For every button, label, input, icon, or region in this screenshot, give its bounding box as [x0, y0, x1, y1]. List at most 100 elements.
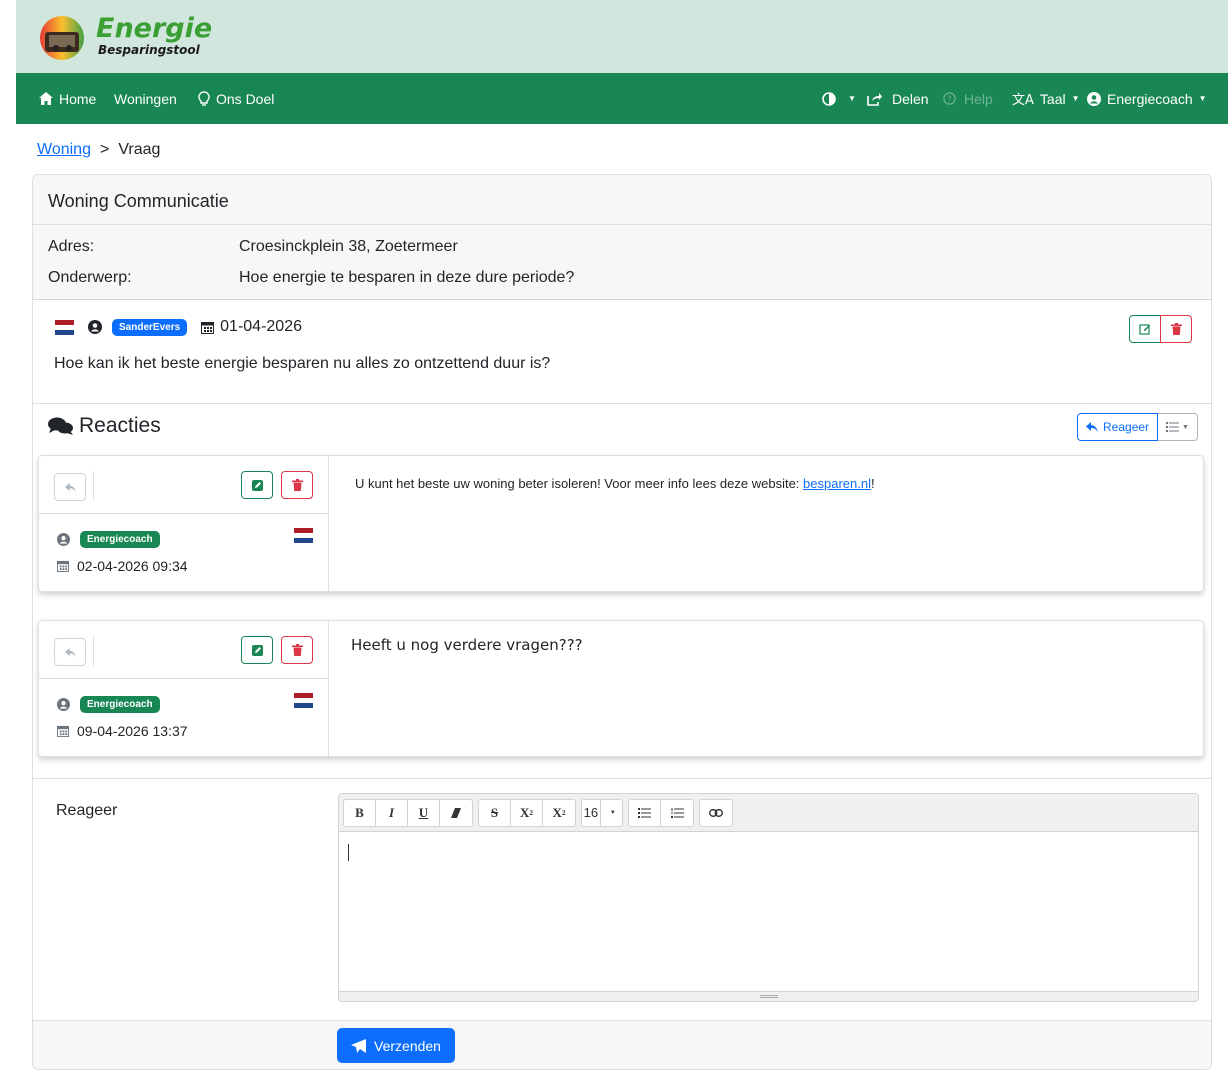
reply-to-comment-button[interactable] — [54, 638, 86, 666]
caret-down-icon: ▼ — [1182, 423, 1189, 431]
share-icon — [867, 92, 882, 106]
comment-text-end: ! — [870, 476, 875, 491]
strikethrough-button[interactable]: S — [479, 799, 511, 826]
breadcrumb-separator: > — [99, 141, 110, 158]
communication-card: Woning Communicatie Adres: Croesinckplei… — [32, 174, 1212, 1070]
toolbar-divider — [93, 471, 94, 501]
comment-card: Energiecoach 02-04-2026 09:34 U kunt het… — [38, 455, 1204, 592]
brand-subtitle: Besparingstool — [98, 43, 200, 57]
card-title: Woning Communicatie — [33, 175, 1211, 225]
subscript-button[interactable]: X2 — [543, 800, 575, 826]
comment-author-badge: Energiecoach — [80, 696, 160, 713]
comment-author-badge: Energiecoach — [80, 531, 160, 548]
sort-dropdown-button[interactable]: ▼ — [1158, 413, 1198, 441]
nav-woningen[interactable]: Woningen — [114, 73, 177, 124]
nav-help[interactable]: ? Help — [943, 73, 993, 124]
comment-author: Energiecoach — [57, 531, 160, 548]
nav-ons-doel-label: Ons Doel — [216, 90, 275, 107]
breadcrumb-woning-link[interactable]: Woning — [37, 141, 91, 159]
reply-to-comment-button[interactable] — [54, 473, 86, 501]
user-circle-icon — [1087, 91, 1101, 106]
unordered-list-button[interactable] — [629, 799, 661, 826]
nav-delen[interactable]: Delen — [867, 73, 929, 124]
comment-text-body: U kunt het beste uw woning beter isolere… — [355, 476, 804, 491]
calendar-icon — [201, 321, 215, 334]
card-footer: Verzenden — [33, 1020, 1211, 1069]
caret-down-icon: ▼ — [848, 94, 856, 103]
eraser-button[interactable] — [440, 800, 472, 826]
underline-button[interactable]: U — [408, 799, 440, 826]
ordered-list-button[interactable] — [661, 800, 693, 826]
editor-toolbar: B I U S X2 X2 16 ▼ — [339, 794, 1198, 832]
italic-button[interactable]: I — [376, 799, 408, 826]
brand-title[interactable]: Energie — [96, 15, 212, 42]
dutch-flag-icon — [294, 528, 313, 543]
numbered-list-icon — [661, 800, 693, 826]
nav-taal-label: Taal — [1039, 90, 1066, 107]
breadcrumb-band — [16, 124, 1228, 164]
question-text: Hoe kan ik het beste energie besparen nu… — [54, 355, 551, 372]
caret-down-icon: ▼ — [609, 809, 616, 816]
reply-icon — [64, 647, 76, 657]
comment-text: Heeft u nog verdere vragen??? — [351, 636, 583, 654]
nav-taal[interactable]: 文A Taal ▼ — [1012, 73, 1080, 124]
insert-link-button[interactable] — [700, 800, 732, 826]
format-group: B I U — [343, 798, 473, 827]
trash-icon — [291, 644, 303, 656]
question-meta: SanderEvers 01-04-2026 — [55, 318, 302, 336]
delete-comment-button[interactable] — [281, 636, 313, 664]
superscript-button[interactable]: X2 — [511, 799, 543, 826]
list-icon — [1166, 422, 1180, 432]
nav-ons-doel[interactable]: Ons Doel — [198, 73, 274, 124]
reageer-button[interactable]: Reageer — [1077, 413, 1159, 441]
bullet-list-icon — [629, 800, 660, 826]
delete-comment-button[interactable] — [281, 471, 313, 499]
editor-textarea[interactable] — [339, 832, 1198, 992]
reageer-button-label: Reageer — [1103, 420, 1150, 434]
caret-down-icon: ▼ — [1071, 94, 1080, 103]
trash-icon — [291, 479, 303, 491]
main-navbar: Home Woningen Ons Doel ▼ Delen ? Help 文A… — [16, 73, 1228, 124]
trash-icon — [1170, 323, 1182, 335]
user-icon — [88, 320, 102, 334]
script-group: S X2 X2 — [478, 798, 576, 827]
comment-card: Energiecoach 09-04-2026 13:37 Heeft u no… — [38, 620, 1204, 757]
edit-comment-button[interactable] — [241, 471, 273, 499]
comment-text: U kunt het beste uw woning beter isolere… — [355, 476, 875, 491]
pencil-square-icon — [251, 479, 263, 491]
toolbar-divider — [93, 636, 94, 666]
breadcrumb-current: Vraag — [118, 141, 161, 158]
delete-question-button[interactable] — [1160, 315, 1192, 343]
verzenden-button[interactable]: Verzenden — [337, 1028, 455, 1063]
comment-actions — [241, 636, 313, 664]
nav-home[interactable]: Home — [39, 73, 96, 124]
besparen-link[interactable]: besparen.nl — [803, 476, 871, 491]
comment-date-text: 09-04-2026 13:37 — [77, 723, 188, 739]
nav-user-menu[interactable]: Energiecoach ▼ — [1087, 73, 1207, 124]
divider — [33, 778, 1211, 779]
text-caret — [348, 844, 349, 861]
bold-button[interactable]: B — [344, 799, 376, 826]
question-actions — [1129, 315, 1192, 343]
reply-icon — [64, 482, 76, 492]
reply-toolbar: Reageer ▼ — [1077, 413, 1198, 441]
font-size-select[interactable]: 16 ▼ — [582, 799, 622, 826]
send-icon — [351, 1038, 367, 1053]
reply-form-label: Reageer — [56, 802, 118, 819]
adres-label: Adres: — [48, 238, 95, 255]
nav-woningen-label: Woningen — [114, 90, 177, 107]
onderwerp-value: Hoe energie te besparen in deze dure per… — [239, 269, 575, 286]
lightbulb-icon — [198, 91, 210, 106]
edit-comment-button[interactable] — [241, 636, 273, 664]
theme-toggle[interactable]: ▼ — [822, 73, 856, 124]
dutch-flag-icon — [55, 319, 74, 335]
contrast-icon — [822, 91, 836, 106]
reacties-title: Reacties — [79, 414, 161, 437]
edit-question-button[interactable] — [1129, 315, 1161, 343]
calendar-icon — [57, 560, 69, 572]
brand-logo-icon[interactable] — [36, 12, 94, 60]
calendar-icon — [57, 725, 69, 737]
dutch-flag-icon — [294, 693, 313, 708]
editor-resize-handle[interactable] — [339, 991, 1198, 1001]
reacties-heading: Reacties — [47, 414, 161, 438]
